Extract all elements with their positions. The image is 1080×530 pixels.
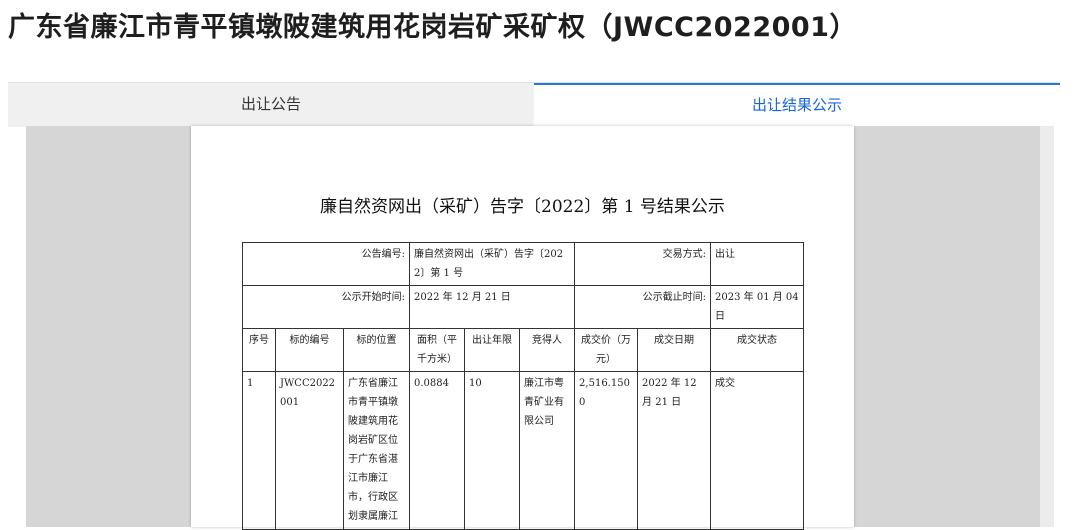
result-table: 公告编号: 廉自然资网出（采矿）告字〔2022〕第 1 号 交易方式: 出让 公…	[241, 242, 805, 530]
row-no: 1	[242, 371, 276, 530]
page-title: 广东省廉江市青平镇墩陂建筑用花岗岩矿采矿权（JWCC2022001）	[8, 12, 857, 43]
end-time-value: 2023 年 01 月 04 日	[710, 285, 805, 329]
notice-no-label: 公告编号:	[241, 242, 411, 286]
row-location: 广东省廉江市青平镇墩陂建筑用花岗岩矿区位于广东省湛江市廉江市，行政区划隶属廉江	[342, 371, 411, 530]
trade-method-value: 出让	[710, 242, 805, 286]
header-cell: 序号	[242, 328, 276, 372]
tab-transfer-result[interactable]: 出让结果公示	[534, 83, 1060, 127]
header-cell: 竞得人	[519, 328, 576, 372]
viewer-scrollbar[interactable]	[1040, 126, 1054, 527]
tab-transfer-notice[interactable]: 出让公告	[8, 83, 534, 127]
row-winner: 廉江市粤青矿业有限公司	[519, 371, 576, 530]
row-area: 0.0884	[409, 371, 466, 530]
header-cell: 标的编号	[275, 328, 344, 372]
row-code: JWCC2022001	[275, 371, 344, 530]
document-title: 廉自然资网出（采矿）告字〔2022〕第 1 号结果公示	[320, 197, 725, 217]
table-row: 1 JWCC2022001 广东省廉江市青平镇墩陂建筑用花岗岩矿区位于广东省湛江…	[242, 371, 805, 530]
header-cell: 成交日期	[637, 328, 712, 372]
row-price: 2,516.1500	[574, 371, 639, 530]
header-row: 序号 标的编号 标的位置 面积（平千方米） 出让年限 竞得人 成交价（万元） 成…	[242, 328, 805, 372]
header-cell: 出让年限	[464, 328, 521, 372]
row-years: 10	[464, 371, 521, 530]
header-cell: 面积（平千方米）	[409, 328, 466, 372]
tabs-bar: 出让公告 出让结果公示	[8, 82, 1060, 127]
trade-method-label: 交易方式:	[574, 242, 712, 286]
row-date: 2022 年 12 月 21 日	[637, 371, 712, 530]
document-page: 廉自然资网出（采矿）告字〔2022〕第 1 号结果公示 公告编号: 廉自然资网出…	[191, 126, 854, 530]
header-cell: 标的位置	[342, 328, 411, 372]
info-row-dates: 公示开始时间: 2022 年 12 月 21 日 公示截止时间: 2023 年 …	[241, 285, 805, 329]
header-cell: 成交状态	[710, 328, 805, 372]
header-cell: 成交价（万元）	[574, 328, 639, 372]
start-time-value: 2022 年 12 月 21 日	[409, 285, 576, 329]
end-time-label: 公示截止时间:	[574, 285, 712, 329]
notice-no-value: 廉自然资网出（采矿）告字〔2022〕第 1 号	[409, 242, 576, 286]
info-row-notice: 公告编号: 廉自然资网出（采矿）告字〔2022〕第 1 号 交易方式: 出让	[241, 242, 805, 286]
row-status: 成交	[710, 371, 805, 530]
start-time-label: 公示开始时间:	[241, 285, 411, 329]
